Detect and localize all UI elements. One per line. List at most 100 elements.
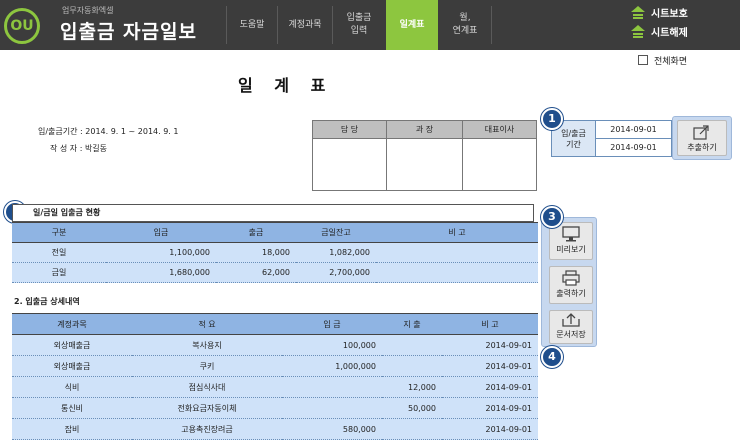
upload-icon — [562, 313, 580, 327]
detail-deposit: 580,000 — [282, 418, 382, 440]
table-row: 식비 점심식사대 12,000 2014-09-01 — [12, 376, 538, 398]
summary-type: 금일 — [12, 262, 106, 283]
summary-col-header: 입금 — [106, 222, 216, 243]
summary-col-header: 비 고 — [376, 222, 538, 243]
nav-daily-report-label: 일계표 — [399, 19, 425, 30]
detail-expense: 50,000 — [382, 397, 442, 419]
summary-col-header: 금일잔고 — [296, 222, 376, 243]
table-row: 외상매출금 쿠키 1,000,000 2014-09-01 — [12, 355, 538, 377]
save-document-button[interactable]: 문서저장 — [549, 310, 593, 344]
detail-account: 통신비 — [12, 397, 132, 419]
summary-col-header: 구분 — [12, 222, 106, 243]
approval-sign-cell[interactable] — [312, 138, 387, 191]
nav-daily-report[interactable]: 일계표 — [386, 0, 438, 50]
save-document-label: 문서저장 — [556, 330, 586, 339]
unprotect-sheet-label: 시트해제 — [651, 28, 688, 39]
step-badge: 3 — [541, 206, 563, 228]
nav-accounts[interactable]: 계정과목 — [278, 0, 332, 50]
app-subtitle: 업무자동화엑셀 — [62, 6, 114, 15]
summary-balance: 2,700,000 — [296, 262, 376, 283]
approval-table: 담 당 과 장 대표이사 — [312, 120, 537, 191]
extract-label: 추출하기 — [687, 143, 717, 152]
approval-sign-cell[interactable] — [386, 138, 463, 191]
export-icon — [693, 125, 709, 140]
summary-deposit: 1,100,000 — [106, 242, 216, 263]
detail-expense — [382, 334, 442, 356]
protect-sheet-label: 시트보호 — [651, 9, 688, 20]
detail-deposit — [282, 397, 382, 419]
app-title: 입출금 자금일보 — [60, 21, 197, 43]
printer-icon — [562, 270, 580, 286]
fullscreen-checkbox[interactable] — [638, 55, 648, 65]
detail-account: 잡비 — [12, 418, 132, 440]
lock-icon — [631, 5, 645, 19]
nav-help[interactable]: 도움말 — [227, 0, 277, 50]
detail-account: 식비 — [12, 376, 132, 398]
detail-desc: 점심식사대 — [132, 376, 282, 398]
detail-note: 2014-09-01 — [442, 355, 538, 377]
extract-button-frame: 추출하기 — [672, 116, 732, 160]
section2-title: 2. 입출금 상세내역 — [14, 297, 80, 306]
summary-balance: 1,082,000 — [296, 242, 376, 263]
detail-col-header: 계정과목 — [12, 313, 132, 335]
nav-input[interactable]: 입출금 입력 — [333, 0, 385, 50]
print-button[interactable]: 출력하기 — [549, 266, 593, 304]
page-title: 일 계 표 — [238, 76, 334, 95]
nav-input-label: 입출금 입력 — [346, 13, 372, 36]
extract-button[interactable]: 추출하기 — [677, 120, 727, 156]
detail-desc: 쿠키 — [132, 355, 282, 377]
summary-note — [376, 262, 538, 283]
approval-header: 담 당 — [312, 120, 387, 139]
section1-title: 일/금일 입출금 현황 — [12, 204, 534, 222]
nav-monthly-label: 월, 연계표 — [452, 13, 478, 36]
summary-table: 구분 입금 출금 금일잔고 비 고 전일 1,100,000 18,000 1,… — [12, 222, 538, 283]
print-label: 출력하기 — [556, 289, 586, 298]
detail-account: 외상매출금 — [12, 334, 132, 356]
author-info: 작 성 자 : 박길동 — [50, 144, 108, 153]
detail-note: 2014-09-01 — [442, 334, 538, 356]
preview-label: 미리보기 — [556, 245, 586, 254]
detail-note: 2014-09-01 — [442, 376, 538, 398]
detail-deposit: 100,000 — [282, 334, 382, 356]
summary-withdraw: 62,000 — [216, 262, 296, 283]
detail-deposit: 1,000,000 — [282, 355, 382, 377]
protect-sheet-button[interactable]: 시트보호 — [631, 5, 688, 20]
approval-header: 대표이사 — [462, 120, 537, 139]
step-badge: 1 — [541, 108, 563, 130]
detail-table: 계정과목 적 요 입 금 지 출 비 고 외상매출금 복사용지 100,000 … — [12, 313, 538, 440]
detail-desc: 전화요금자동이체 — [132, 397, 282, 419]
detail-desc: 고용촉진장려금 — [132, 418, 282, 440]
detail-note: 2014-09-01 — [442, 418, 538, 440]
detail-deposit — [282, 376, 382, 398]
nav-help-label: 도움말 — [239, 19, 265, 30]
monitor-icon — [562, 226, 580, 242]
detail-expense — [382, 418, 442, 440]
detail-expense — [382, 355, 442, 377]
period-start-field[interactable]: 2014-09-01 — [595, 120, 672, 139]
unprotect-sheet-button[interactable]: 시트해제 — [631, 24, 688, 39]
detail-col-header: 적 요 — [132, 313, 282, 335]
summary-deposit: 1,680,000 — [106, 262, 216, 283]
approval-sign-cell[interactable] — [462, 138, 537, 191]
nav-monthly[interactable]: 월, 연계표 — [439, 0, 491, 50]
detail-account: 외상매출금 — [12, 355, 132, 377]
period-end-field[interactable]: 2014-09-01 — [595, 138, 672, 157]
summary-withdraw: 18,000 — [216, 242, 296, 263]
nav-accounts-label: 계정과목 — [288, 19, 322, 30]
step-badge: 4 — [541, 346, 563, 368]
fullscreen-label: 전체화면 — [654, 57, 688, 67]
period-box: 입/출금 기간 2014-09-01 2014-09-01 — [551, 120, 672, 157]
detail-expense: 12,000 — [382, 376, 442, 398]
summary-col-header: 출금 — [216, 222, 296, 243]
preview-button[interactable]: 미리보기 — [549, 222, 593, 260]
logo-icon: OU — [4, 8, 40, 44]
unlock-icon — [631, 24, 645, 38]
table-row: 전일 1,100,000 18,000 1,082,000 — [12, 242, 538, 263]
summary-type: 전일 — [12, 242, 106, 263]
detail-desc: 복사용지 — [132, 334, 282, 356]
approval-header: 과 장 — [386, 120, 463, 139]
table-row: 통신비 전화요금자동이체 50,000 2014-09-01 — [12, 397, 538, 419]
detail-col-header: 입 금 — [282, 313, 382, 335]
detail-col-header: 지 출 — [382, 313, 442, 335]
detail-note: 2014-09-01 — [442, 397, 538, 419]
